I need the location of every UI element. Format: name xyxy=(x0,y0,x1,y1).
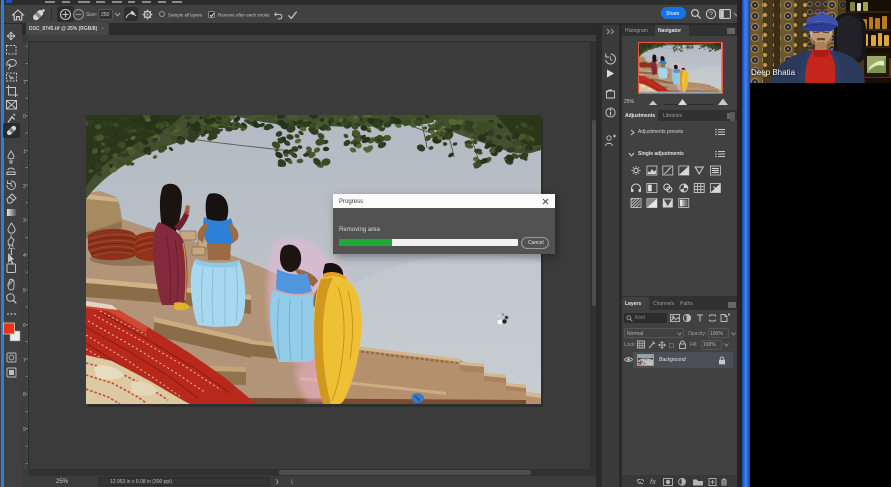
svg-text:fx: fx xyxy=(650,477,656,486)
svg-text:7: 7 xyxy=(23,358,26,364)
svg-text:6: 6 xyxy=(23,323,26,329)
svg-text:0: 0 xyxy=(23,114,26,120)
svg-text:T: T xyxy=(8,246,15,258)
svg-text:?: ? xyxy=(709,11,713,18)
svg-text:9: 9 xyxy=(23,427,26,433)
svg-text:2: 2 xyxy=(23,184,26,190)
svg-text:□: □ xyxy=(669,341,674,350)
svg-text:5: 5 xyxy=(23,288,26,294)
svg-text:4: 4 xyxy=(23,253,26,259)
svg-text:3: 3 xyxy=(23,218,26,224)
svg-text:1: 1 xyxy=(23,149,26,155)
svg-text:8: 8 xyxy=(23,392,26,398)
svg-text:7: 7 xyxy=(23,80,26,86)
